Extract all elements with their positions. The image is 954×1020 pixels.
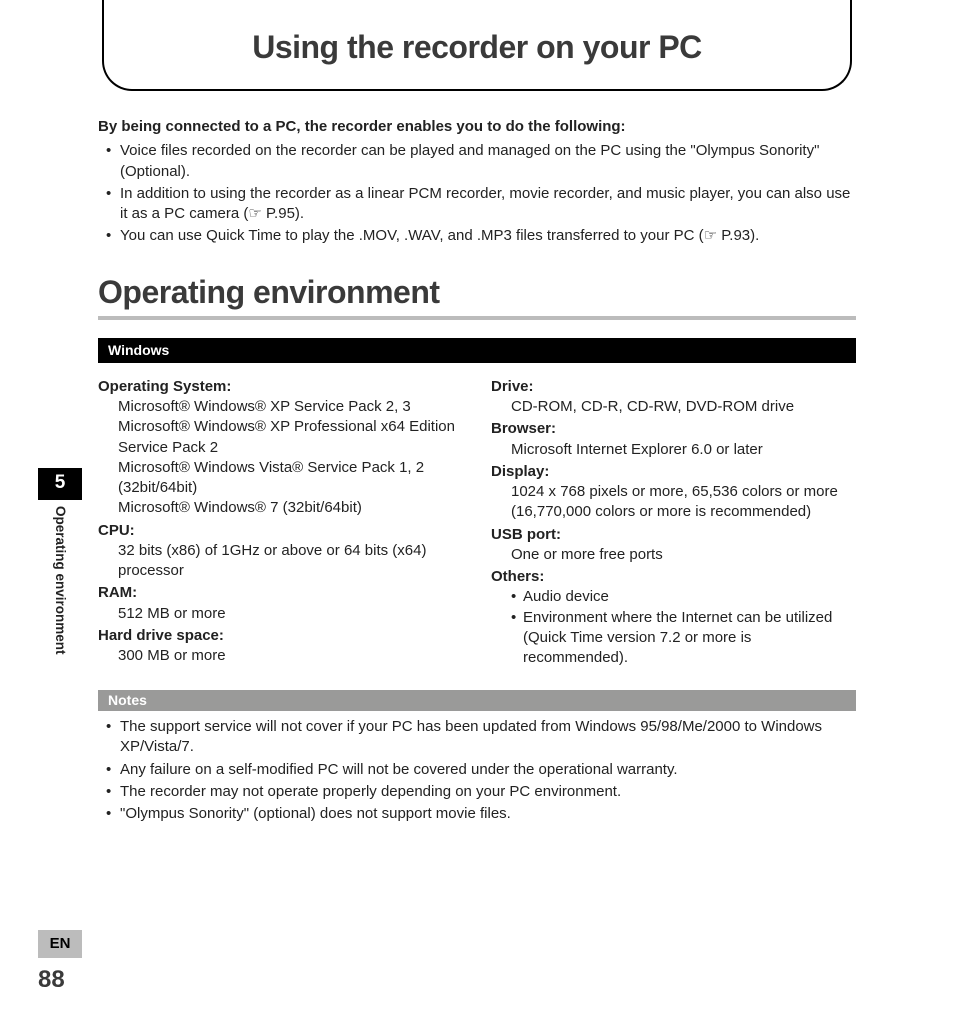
os-line: Microsoft® Windows® XP Professional x64 …	[118, 417, 463, 458]
ram-label: RAM:	[98, 583, 463, 603]
others-label: Others:	[491, 567, 856, 587]
os-line: Microsoft® Windows® XP Service Pack 2, 3	[118, 397, 463, 417]
browser-value: Microsoft Internet Explorer 6.0 or later	[511, 440, 856, 460]
cpu-value: 32 bits (x86) of 1GHz or above or 64 bit…	[118, 541, 463, 582]
main-title: Using the recorder on your PC	[124, 26, 830, 69]
section-title: Operating environment	[98, 271, 856, 320]
intro-heading: By being connected to a PC, the recorder…	[98, 117, 856, 137]
cpu-label: CPU:	[98, 521, 463, 541]
list-item: The recorder may not operate properly de…	[98, 782, 856, 802]
list-item: Voice files recorded on the recorder can…	[98, 141, 856, 182]
notes-bar: Notes	[98, 690, 856, 711]
os-label: Operating System:	[98, 377, 463, 397]
main-title-frame: Using the recorder on your PC	[102, 0, 852, 91]
spec-left: Operating System: Microsoft® Windows® XP…	[98, 375, 463, 669]
language-tab: EN	[38, 930, 82, 958]
drive-value: CD-ROM, CD-R, CD-RW, DVD-ROM drive	[511, 397, 856, 417]
list-item: Environment where the Internet can be ut…	[511, 608, 856, 669]
usb-value: One or more free ports	[511, 545, 856, 565]
usb-label: USB port:	[491, 525, 856, 545]
page-number: 88	[38, 964, 65, 996]
os-line: Microsoft® Windows Vista® Service Pack 1…	[118, 458, 463, 499]
display-value: 1024 x 768 pixels or more, 65,536 colors…	[511, 482, 856, 523]
hdd-value: 300 MB or more	[118, 646, 463, 666]
spec-columns: Operating System: Microsoft® Windows® XP…	[98, 375, 856, 669]
list-item: You can use Quick Time to play the .MOV,…	[98, 226, 856, 246]
list-item: The support service will not cover if yo…	[98, 717, 856, 758]
os-line: Microsoft® Windows® 7 (32bit/64bit)	[118, 498, 463, 518]
windows-bar: Windows	[98, 338, 856, 363]
notes-list: The support service will not cover if yo…	[98, 717, 856, 824]
list-item: Audio device	[511, 587, 856, 607]
intro-bullets: Voice files recorded on the recorder can…	[98, 141, 856, 246]
spec-right: Drive: CD-ROM, CD-R, CD-RW, DVD-ROM driv…	[491, 375, 856, 669]
list-item: "Olympus Sonority" (optional) does not s…	[98, 804, 856, 824]
list-item: In addition to using the recorder as a l…	[98, 184, 856, 225]
chapter-number: 5	[38, 468, 82, 500]
list-item: Any failure on a self-modified PC will n…	[98, 760, 856, 780]
browser-label: Browser:	[491, 419, 856, 439]
side-tab: 5 Operating environment	[38, 468, 82, 654]
ram-value: 512 MB or more	[118, 604, 463, 624]
side-section-label: Operating environment	[51, 506, 69, 655]
drive-label: Drive:	[491, 377, 856, 397]
hdd-label: Hard drive space:	[98, 626, 463, 646]
display-label: Display:	[491, 462, 856, 482]
